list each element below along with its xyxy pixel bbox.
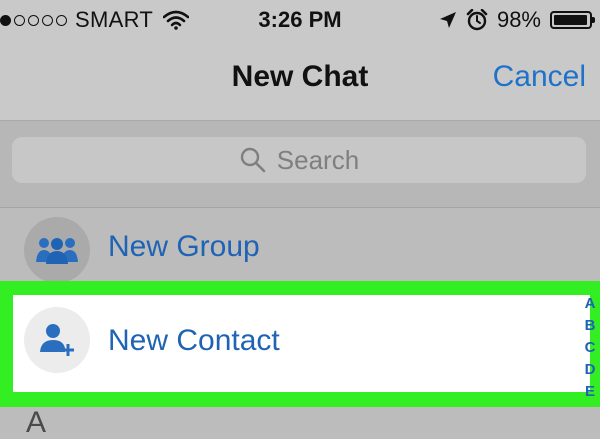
section-index-bar[interactable]: A B C D E: [580, 293, 600, 403]
index-letter[interactable]: E: [585, 381, 595, 403]
contact-avatar: [24, 307, 90, 373]
nav-bar: New Chat Cancel: [0, 40, 600, 121]
search-icon: [240, 147, 266, 173]
index-letter[interactable]: C: [585, 337, 596, 359]
add-contact-icon: [40, 324, 74, 356]
group-avatar: [24, 217, 90, 283]
status-bar: SMART 3:26 PM 98%: [0, 0, 600, 40]
battery-icon: [550, 11, 595, 29]
group-icon: [36, 238, 78, 264]
alarm-icon: [466, 9, 488, 31]
new-group-label: New Group: [108, 230, 260, 263]
battery-fill: [554, 15, 588, 25]
index-letter[interactable]: B: [585, 315, 596, 337]
search-placeholder: Search: [276, 144, 360, 175]
index-letter[interactable]: A: [585, 293, 596, 315]
status-bar-right: 98%: [439, 6, 595, 34]
search-input[interactable]: Search: [12, 137, 586, 183]
new-contact-row[interactable]: New Contact: [13, 295, 590, 392]
search-area: Search: [0, 121, 600, 208]
location-arrow-icon: [439, 12, 456, 28]
highlight-frame: New Contact: [0, 281, 600, 407]
new-contact-label: New Contact: [108, 324, 280, 357]
section-header: A: [26, 406, 47, 439]
battery-percent: 98%: [496, 7, 541, 32]
new-group-row[interactable]: New Group: [0, 208, 600, 291]
contact-list: New Group New Contact A B C D E A: [0, 208, 600, 439]
cancel-button[interactable]: Cancel: [493, 60, 586, 94]
index-letter[interactable]: D: [585, 359, 596, 381]
